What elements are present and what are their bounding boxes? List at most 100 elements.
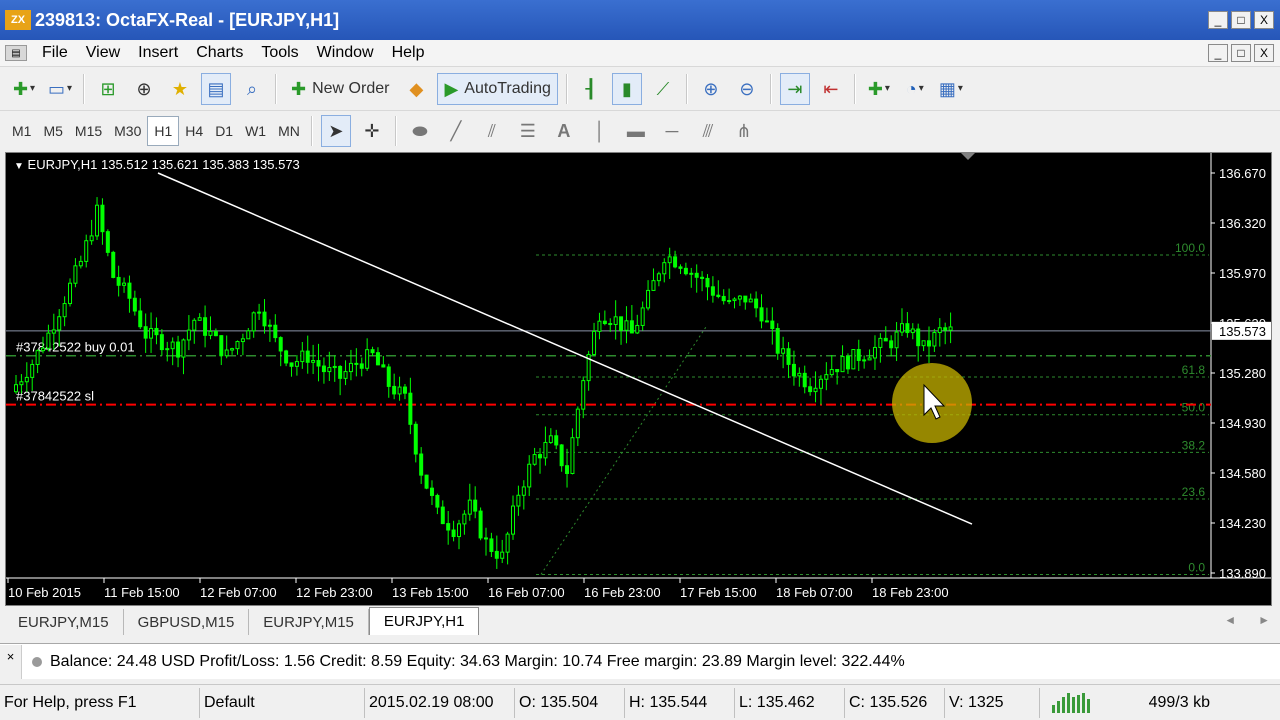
candle-body [494,550,499,559]
crosshair-icon: ✛ [364,120,380,141]
tab-eurjpy-m15[interactable]: EURJPY,M15 [4,609,124,635]
candle-body [381,364,386,368]
horizontal-line-tool-button[interactable]: ─ [657,115,687,147]
menu-help[interactable]: Help [383,44,434,62]
terminal-close-button[interactable]: × [0,644,22,679]
text-tool-button[interactable]: A [549,115,579,147]
mdi-close-button[interactable]: X [1254,44,1274,62]
andrews-tool-button[interactable]: ⋔ [729,115,759,147]
timeframe-d1[interactable]: D1 [209,116,239,146]
equidistant-channel-icon: ⫽ [487,120,496,141]
price-tick-label: 134.580 [1219,466,1266,481]
candle-body [791,363,796,377]
templates-button[interactable]: ▦ ▾ [936,73,966,105]
candle-body [284,350,289,364]
cursor-icon: ➤ [328,120,344,141]
fibo-tool-button[interactable]: ☰ [513,115,543,147]
chart-canvas[interactable]: 136.670136.320135.970135.630135.280134.9… [6,153,1272,606]
mdi-restore-button[interactable]: □ [1231,44,1251,62]
account-status-icon [32,656,42,667]
candle-body [689,272,694,275]
chart-shift-button[interactable]: ⇤ [816,73,846,105]
minimize-button[interactable]: _ [1208,11,1228,29]
candle-body [246,330,251,340]
menu-window[interactable]: Window [308,44,383,62]
candle-body [370,349,375,354]
tab-eurjpy-h1[interactable]: EURJPY,H1 [368,607,480,635]
candle-body [262,311,267,327]
tab-scroll-right-icon[interactable]: ► [1258,613,1270,627]
close-button[interactable]: X [1254,11,1274,29]
zoom-out-button[interactable]: ⊖ [732,73,762,105]
candle-body [516,494,521,507]
window-controls: _ □ X [1208,11,1274,29]
tab-scroll-left-icon[interactable]: ◄ [1224,613,1236,627]
candle-body [613,316,618,325]
trendline-tool-button[interactable]: ╱ [441,115,471,147]
strategy-tester-button[interactable]: ⌕ [237,73,267,105]
title-bar: ZX 239813: OctaFX-Real - [EURJPY,H1] _ □… [0,0,1280,40]
menu-tools[interactable]: Tools [252,44,307,62]
line-chart-button[interactable]: ⟋ [648,73,678,105]
maximize-button[interactable]: □ [1231,11,1251,29]
mdi-minimize-button[interactable]: _ [1208,44,1228,62]
chart-window-icon[interactable]: ▤ [5,45,27,61]
timeframe-m5[interactable]: M5 [37,116,68,146]
candle-body [321,365,326,373]
ellipse-tool-button[interactable]: ⬬ [405,115,435,147]
autoscroll-button[interactable]: ⇥ [779,72,810,105]
channel-tool-button[interactable]: ⫽ [477,115,507,147]
new-chart-button[interactable]: ✚ ▾ [9,73,39,105]
metaeditor-button[interactable]: ◆ [401,73,431,105]
timeframe-m30[interactable]: M30 [108,116,147,146]
zoom-in-button[interactable]: ⊕ [696,73,726,105]
menu-charts[interactable]: Charts [187,44,252,62]
candle-body [181,339,186,358]
market-watch-button[interactable]: ⊞ [93,73,123,105]
connection-status-icon[interactable] [1040,688,1100,718]
profiles-button[interactable]: ▭ ▾ [45,73,75,105]
candle-body [624,320,629,331]
tab-gbpusd-m15[interactable]: GBPUSD,M15 [124,609,250,635]
collapse-arrow-icon[interactable]: ▼ [14,161,24,172]
time-tick-label: 12 Feb 07:00 [200,585,277,600]
menu-file[interactable]: File [33,44,77,62]
indicators-button[interactable]: ✚ ▾ [864,73,894,105]
menu-insert[interactable]: Insert [129,44,187,62]
star-folder-icon: ★ [171,78,189,99]
candle-body [57,316,62,331]
candle-body [775,328,780,354]
status-datetime: 2015.02.19 08:00 [365,687,515,718]
menu-view[interactable]: View [77,44,129,62]
bar-chart-button[interactable]: ┨ [576,73,606,105]
price-chart[interactable]: 136.670136.320135.970135.630135.280134.9… [5,152,1272,606]
timeframe-mn[interactable]: MN [272,116,306,146]
candle-body [354,362,359,365]
terminal-button[interactable]: ▤ [201,72,231,105]
vertical-line-tool-button[interactable]: │ [585,115,615,147]
fan-tool-button[interactable]: ⫻ [693,115,723,147]
candle-body [505,533,510,553]
candle-body [95,204,100,237]
candlestick-button[interactable]: ▮ [611,72,642,105]
autotrading-button[interactable]: ▶ AutoTrading [437,72,558,105]
timeframe-m15[interactable]: M15 [69,116,108,146]
rectangle-tool-button[interactable]: ▬ [621,115,651,147]
periods-button[interactable]: ◔ ▾ [900,73,930,105]
cursor-tool-button[interactable]: ➤ [320,114,351,147]
tab-eurjpy-m15-2[interactable]: EURJPY,M15 [249,609,369,635]
candle-body [581,380,586,410]
new-order-button[interactable]: ✚ New Order [285,73,395,105]
candle-body [727,300,732,303]
timeframe-h4[interactable]: H4 [179,116,209,146]
timeframe-h1[interactable]: H1 [147,115,180,146]
candle-body [754,298,759,309]
timeframe-m1[interactable]: M1 [6,116,37,146]
candle-body [41,347,46,352]
timeframe-w1[interactable]: W1 [239,116,272,146]
crosshair-tool-button[interactable]: ✛ [357,115,387,147]
data-window-button[interactable]: ⊕ [129,73,159,105]
candle-body [402,386,407,394]
navigator-button[interactable]: ★ [165,73,195,105]
candle-body [845,356,850,370]
